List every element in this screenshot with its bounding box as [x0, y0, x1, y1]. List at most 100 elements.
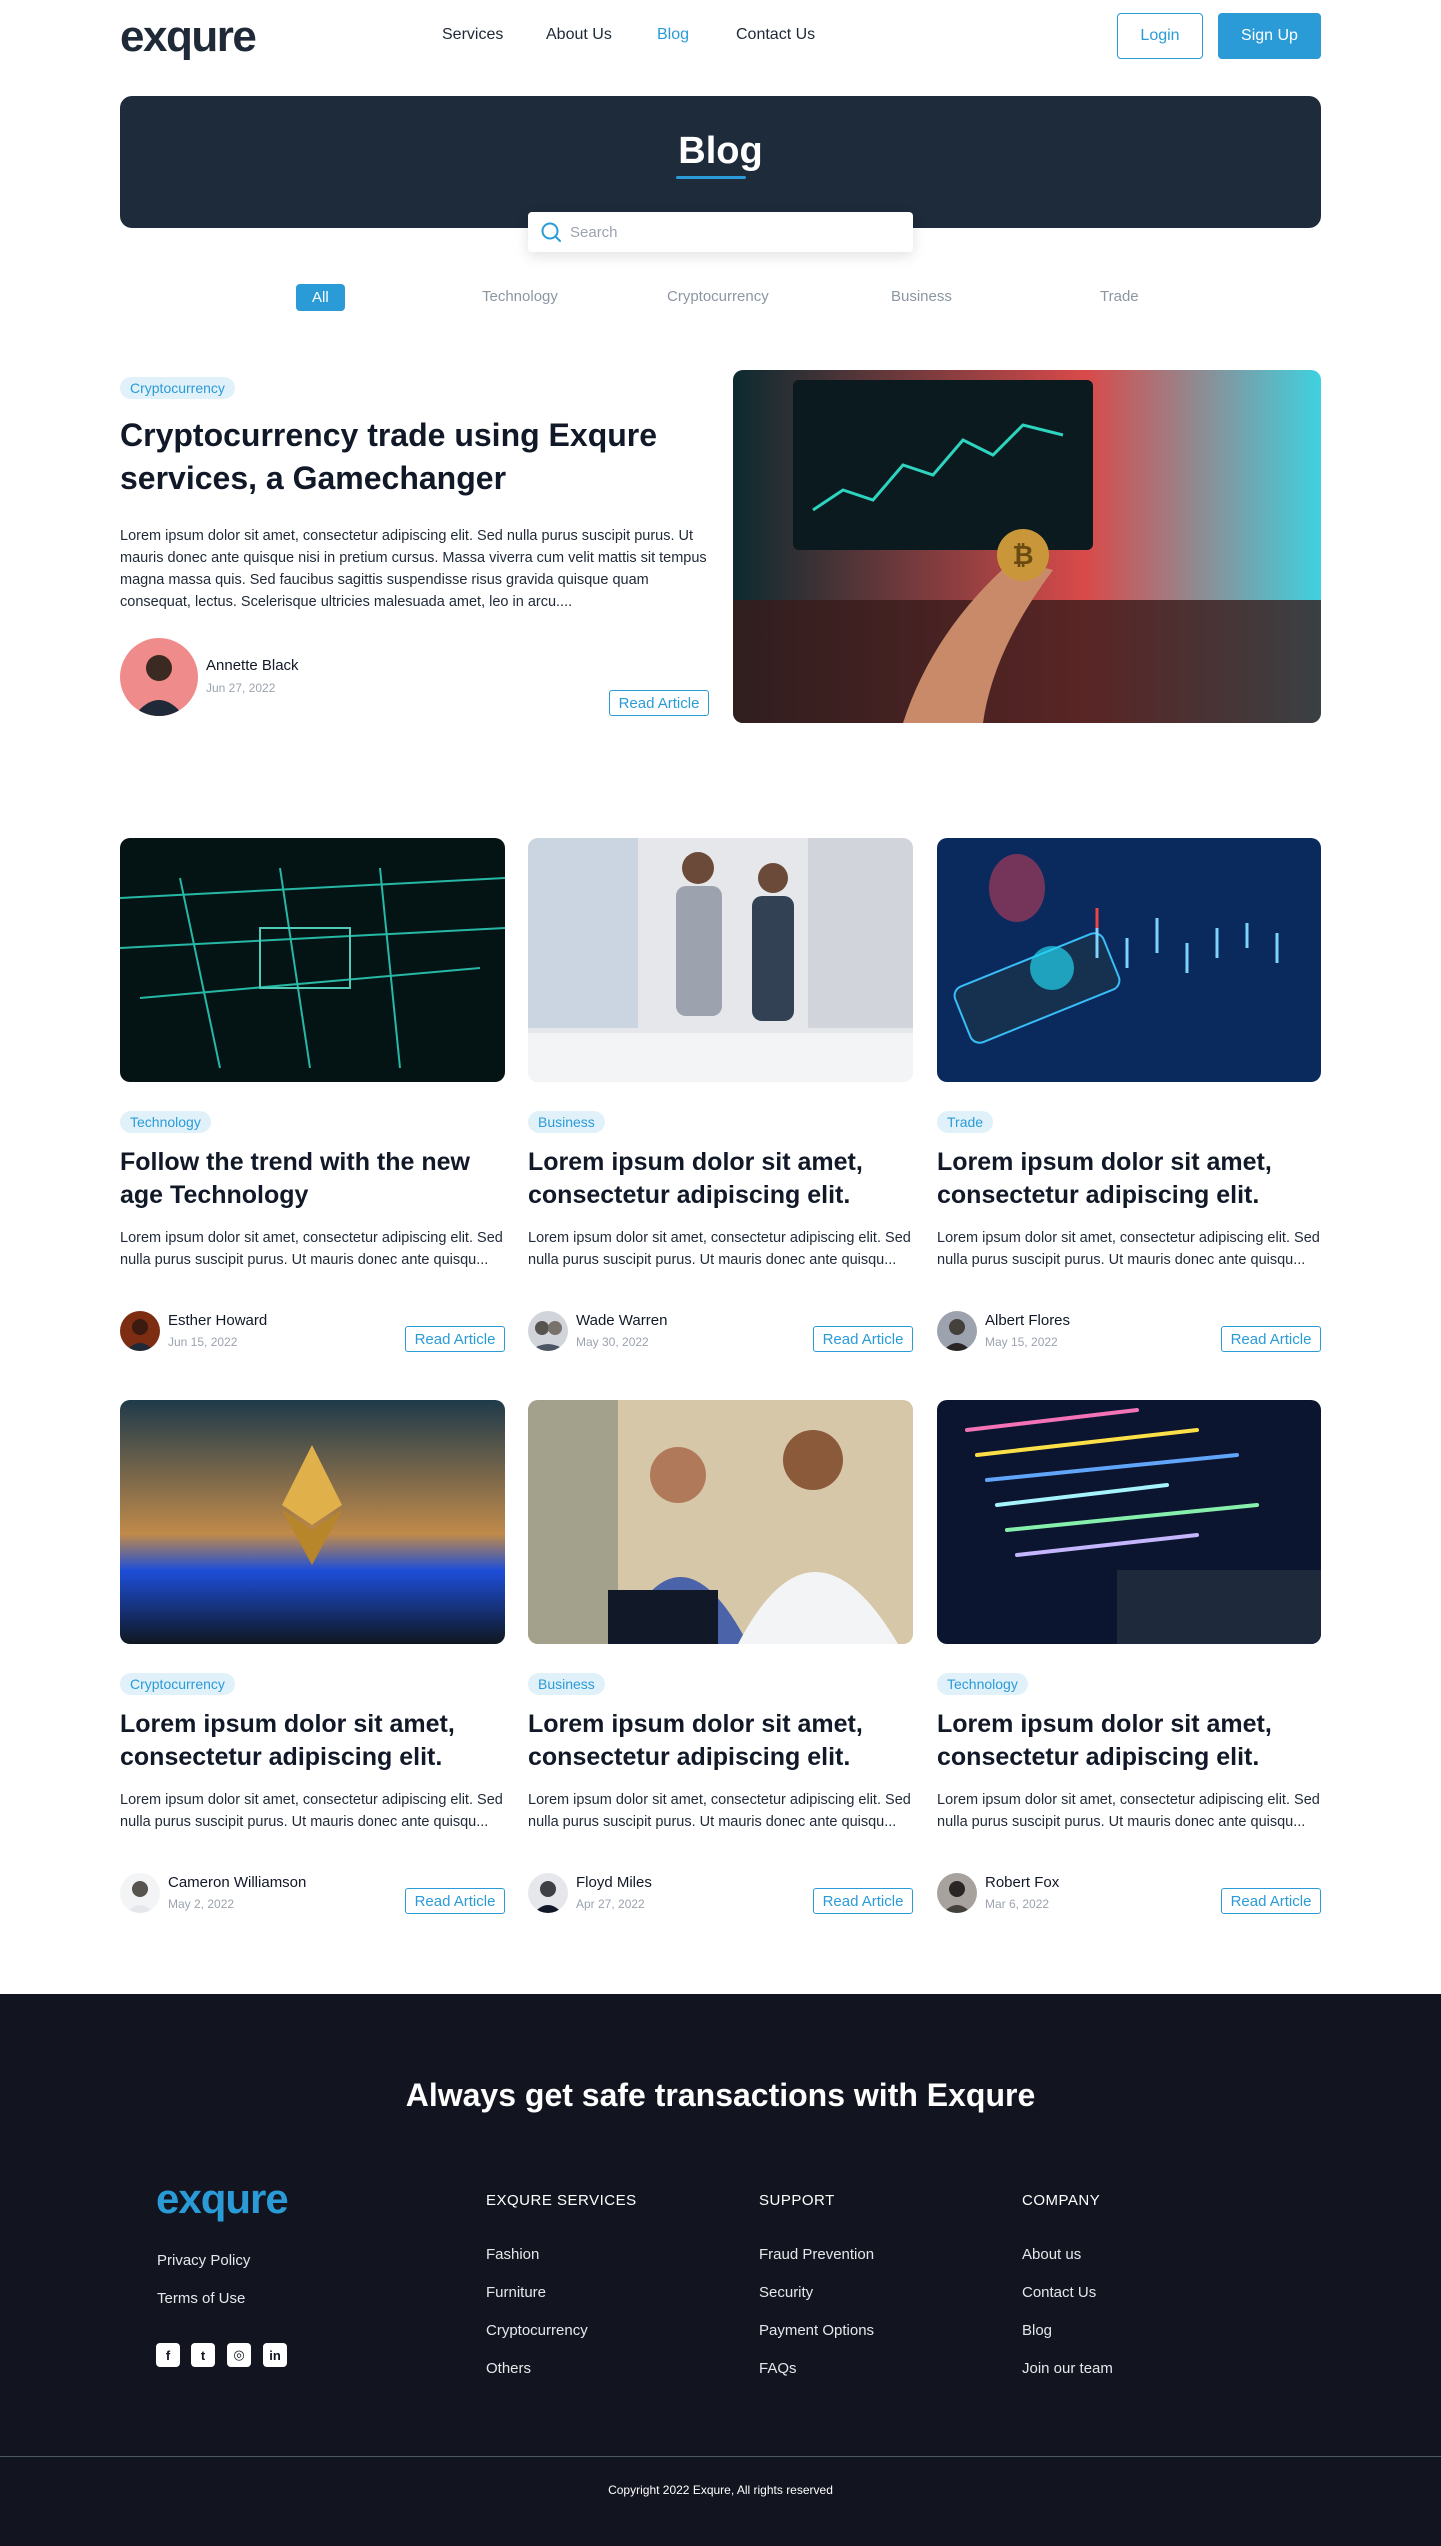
post-date: Apr 27, 2022 [576, 1897, 645, 1911]
footer-link[interactable]: Security [759, 2284, 813, 2301]
author-name: Floyd Miles [576, 1874, 652, 1891]
footer-tagline: Always get safe transactions with Exqure [405, 2077, 1036, 2113]
footer-link[interactable]: Others [486, 2360, 531, 2377]
post-title[interactable]: Lorem ipsum dolor sit amet, consectetur … [120, 1708, 515, 1774]
read-article-button[interactable]: Read Article [813, 1888, 913, 1914]
post-image[interactable] [120, 1400, 505, 1644]
post-card: Trade [937, 1111, 994, 1133]
author-name: Albert Flores [985, 1312, 1071, 1329]
post-excerpt: Lorem ipsum dolor sit amet, consectetur … [528, 1230, 911, 1268]
svg-text:₿: ₿ [1012, 541, 1033, 571]
read-article-button[interactable]: Read Article [813, 1326, 913, 1352]
twitter-icon[interactable]: t [191, 2343, 215, 2367]
author-avatar [937, 1873, 977, 1913]
post-title[interactable]: Lorem ipsum dolor sit amet, consectetur … [937, 1708, 1321, 1774]
footer-link[interactable]: Join our team [1022, 2360, 1113, 2377]
post-date: May 2, 2022 [168, 1897, 235, 1911]
search-input[interactable] [570, 223, 890, 241]
post-date: Jun 15, 2022 [168, 1335, 238, 1349]
footer-link[interactable]: FAQs [759, 2360, 797, 2377]
filter-business[interactable]: Business [891, 288, 952, 305]
category-tag[interactable]: Technology [120, 1111, 211, 1133]
post-card: Technology [937, 1673, 1028, 1695]
terms-of-use-link[interactable]: Terms of Use [157, 2290, 245, 2307]
read-article-button[interactable]: Read Article [1221, 1888, 1321, 1914]
read-article-button[interactable]: Read Article [609, 690, 709, 716]
category-tag[interactable]: Cryptocurrency [120, 377, 235, 399]
post-card: Business [528, 1111, 605, 1133]
facebook-icon[interactable]: f [156, 2343, 180, 2367]
footer-link[interactable]: Payment Options [759, 2322, 874, 2339]
linkedin-icon[interactable]: in [263, 2343, 287, 2367]
exqure-logo[interactable]: exqure [120, 12, 257, 62]
footer-heading-services: EXQURE SERVICES [486, 2192, 637, 2209]
category-tag[interactable]: Technology [937, 1673, 1028, 1695]
footer-link[interactable]: Fraud Prevention [759, 2246, 874, 2263]
featured-excerpt: Lorem ipsum dolor sit amet, consectetur … [120, 528, 707, 610]
post-image[interactable] [528, 1400, 913, 1644]
read-article-button[interactable]: Read Article [1221, 1326, 1321, 1352]
author-avatar [528, 1311, 568, 1351]
copyright: Copyright 2022 Exqure, All rights reserv… [608, 2483, 833, 2497]
author-name: Esther Howard [168, 1312, 268, 1329]
privacy-policy-link[interactable]: Privacy Policy [157, 2252, 250, 2269]
post-card: Cryptocurrency [120, 1673, 235, 1695]
sign-up-button[interactable]: Sign Up [1218, 13, 1321, 59]
footer-link[interactable]: Blog [1022, 2322, 1052, 2339]
post-date: Mar 6, 2022 [985, 1897, 1050, 1911]
footer-link[interactable]: Contact Us [1022, 2284, 1096, 2301]
post-date: May 15, 2022 [985, 1335, 1058, 1349]
footer-heading-support: SUPPORT [759, 2192, 835, 2209]
featured-image[interactable]: ₿ [733, 370, 1321, 723]
footer-link[interactable]: Cryptocurrency [486, 2322, 588, 2339]
search-bar [528, 212, 913, 252]
login-button[interactable]: Login [1117, 13, 1203, 59]
footer-divider [0, 2456, 1441, 2457]
title-underline [676, 176, 746, 179]
author-name: Wade Warren [576, 1312, 668, 1329]
filter-all[interactable]: All [296, 284, 345, 311]
post-title[interactable]: Lorem ipsum dolor sit amet, consectetur … [528, 1708, 923, 1774]
post-title[interactable]: Follow the trend with the new age Techno… [120, 1146, 515, 1212]
footer-link[interactable]: Fashion [486, 2246, 539, 2263]
filter-cryptocurrency[interactable]: Cryptocurrency [667, 288, 769, 305]
post-date: Jun 27, 2022 [206, 681, 276, 695]
footer-link[interactable]: Furniture [486, 2284, 546, 2301]
post-title[interactable]: Lorem ipsum dolor sit amet, consectetur … [937, 1146, 1321, 1212]
post-image[interactable] [528, 838, 913, 1082]
read-article-button[interactable]: Read Article [405, 1326, 505, 1352]
post-excerpt: Lorem ipsum dolor sit amet, consectetur … [937, 1230, 1320, 1268]
category-tag[interactable]: Business [528, 1673, 605, 1695]
nav-contact-us[interactable]: Contact Us [736, 26, 815, 44]
post-excerpt: Lorem ipsum dolor sit amet, consectetur … [937, 1792, 1320, 1830]
author-avatar [937, 1311, 977, 1351]
post-image[interactable] [120, 838, 505, 1082]
featured-post: Cryptocurrency [120, 377, 235, 399]
nav-about-us[interactable]: About Us [546, 26, 612, 44]
search-icon [541, 222, 561, 242]
nav-services[interactable]: Services [442, 26, 503, 44]
category-tag[interactable]: Cryptocurrency [120, 1673, 235, 1695]
author-name: Robert Fox [985, 1874, 1060, 1891]
post-title[interactable]: Lorem ipsum dolor sit amet, consectetur … [528, 1146, 923, 1212]
category-tag[interactable]: Business [528, 1111, 605, 1133]
featured-title[interactable]: Cryptocurrency trade using Exqure servic… [120, 414, 720, 500]
post-excerpt: Lorem ipsum dolor sit amet, consectetur … [120, 1230, 503, 1268]
post-card: Technology [120, 1111, 211, 1133]
page-title: Blog [678, 130, 763, 172]
post-date: May 30, 2022 [576, 1335, 649, 1349]
category-tag[interactable]: Trade [937, 1111, 994, 1133]
post-excerpt: Lorem ipsum dolor sit amet, consectetur … [120, 1792, 503, 1830]
footer-logo[interactable]: exqure [156, 2175, 289, 2223]
footer-link[interactable]: About us [1022, 2246, 1081, 2263]
post-image[interactable] [937, 838, 1321, 1082]
instagram-icon[interactable]: ◎ [227, 2343, 251, 2367]
post-image[interactable] [937, 1400, 1321, 1644]
filter-trade[interactable]: Trade [1100, 288, 1139, 305]
filter-technology[interactable]: Technology [482, 288, 558, 305]
author-avatar [120, 1873, 160, 1913]
nav-blog[interactable]: Blog [657, 26, 689, 44]
post-excerpt: Lorem ipsum dolor sit amet, consectetur … [528, 1792, 911, 1830]
author-name: Annette Black [206, 657, 299, 674]
read-article-button[interactable]: Read Article [405, 1888, 505, 1914]
